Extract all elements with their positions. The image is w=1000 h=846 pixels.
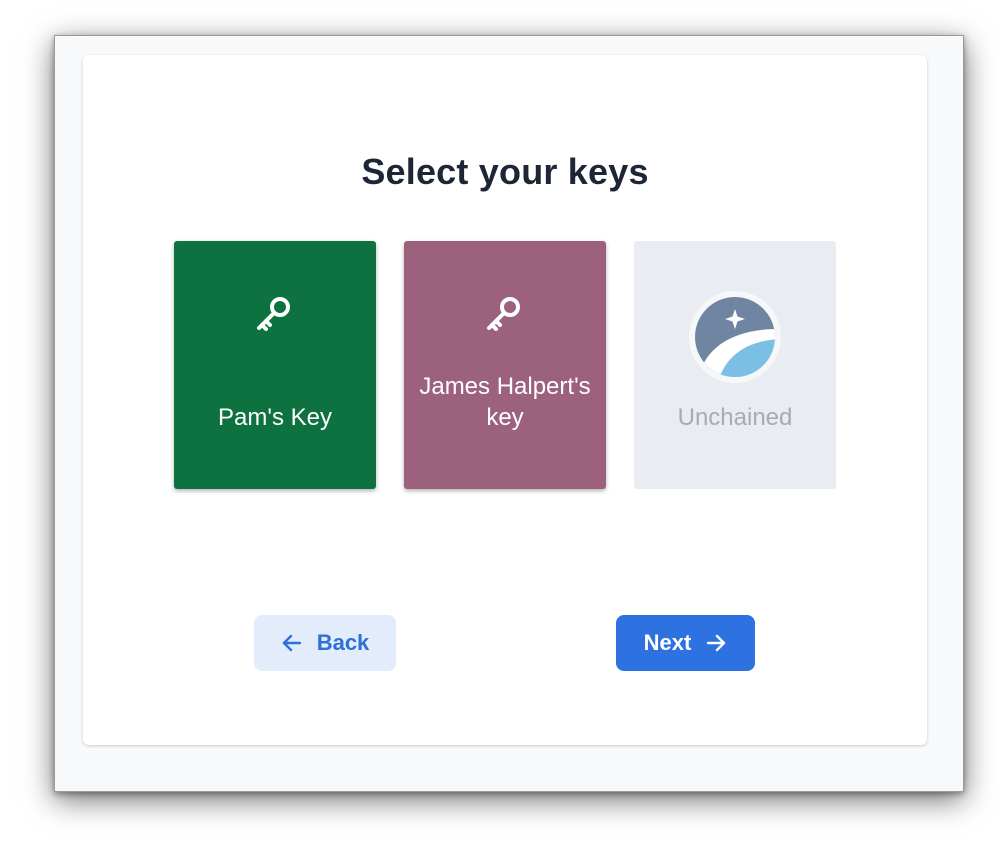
key-selection-card: Select your keys Pam's Key James Halpert…	[83, 55, 927, 745]
next-button-label: Next	[643, 630, 692, 655]
next-button[interactable]: Next	[616, 615, 755, 671]
key-tile-pams-key[interactable]: Pam's Key	[174, 241, 376, 489]
key-tile-label: Unchained	[677, 404, 793, 431]
unchained-logo-icon	[689, 291, 781, 383]
arrow-right-icon	[705, 632, 727, 654]
arrow-left-icon	[281, 632, 303, 654]
back-button[interactable]: Back	[254, 615, 396, 671]
key-tile-unchained: Unchained	[634, 241, 836, 489]
back-button-label: Back	[316, 630, 370, 655]
app-window: Select your keys Pam's Key James Halpert…	[54, 35, 964, 792]
page-title: Select your keys	[361, 151, 649, 192]
key-tile-label: James Halpert's key	[419, 373, 591, 431]
key-tile-label: Pam's Key	[218, 404, 332, 431]
key-icon	[253, 291, 297, 335]
key-tile-james-halperts-key[interactable]: James Halpert's key	[404, 241, 606, 489]
key-icon	[483, 291, 527, 335]
